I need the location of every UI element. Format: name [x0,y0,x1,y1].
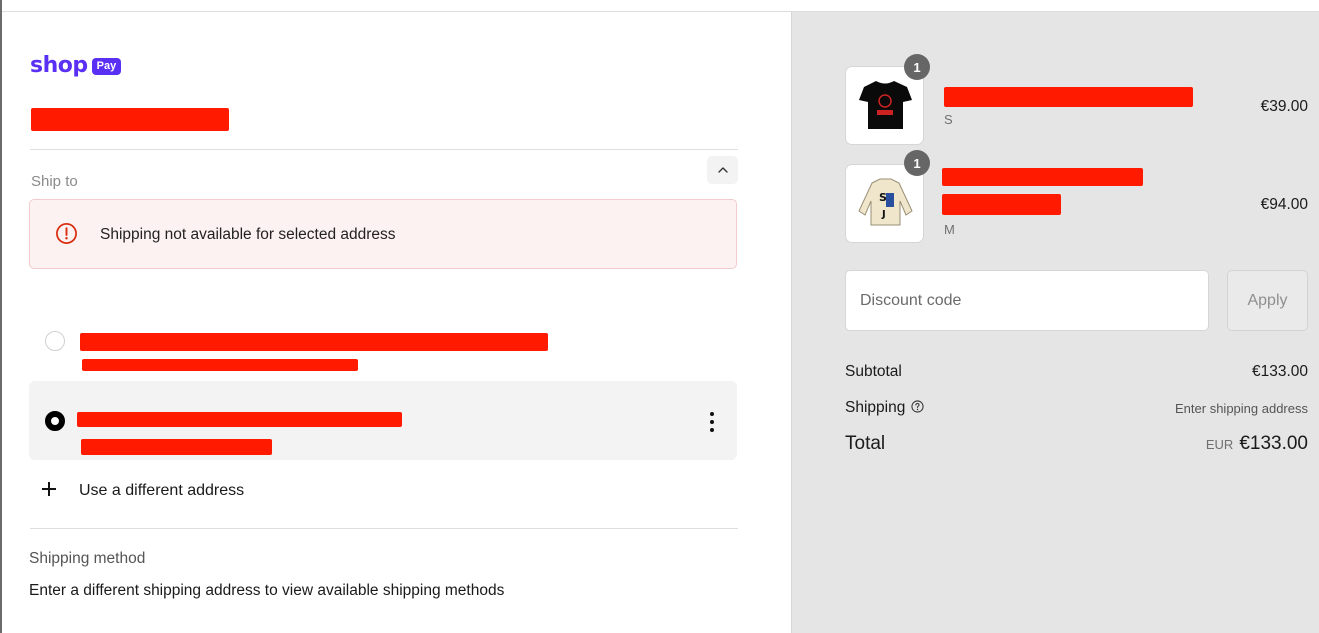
total-value: €133.00 [1239,433,1308,454]
apply-discount-button[interactable]: Apply [1227,270,1308,331]
redacted-address-1-line-1 [80,333,548,351]
help-circle-icon[interactable] [911,400,924,413]
svg-text:S: S [879,191,887,204]
section-divider-2 [30,528,738,529]
shipping-method-label: Shipping method [29,550,146,567]
redacted-address-1-line-2 [82,359,358,371]
shipping-method-message: Enter a different shipping address to vi… [29,582,505,599]
shipping-error-banner: Shipping not available for selected addr… [29,199,737,269]
total-row-value: EUR €133.00 [1206,433,1308,455]
quantity-badge-2: 1 [904,150,930,176]
subtotal-value: €133.00 [1251,363,1308,380]
svg-text:J: J [881,209,886,220]
shop-pay-logo: shop Pay [30,53,122,79]
shop-logo-word: shop [30,53,88,78]
cream-jacket-image: S J [858,178,913,226]
more-options-icon[interactable] [705,412,719,432]
product-2-variant: M [944,222,955,237]
address-radio-1[interactable] [45,331,65,351]
product-2-price: €94.00 [1260,196,1308,213]
redacted-address-2-line-2 [81,439,272,455]
redacted-product-2-name-line-1 [942,168,1143,186]
plus-icon [42,482,56,496]
alert-circle-icon [56,223,77,244]
ship-to-label: Ship to [31,173,78,190]
redacted-product-1-name [944,87,1193,107]
product-1-variant: S [944,112,953,127]
use-different-address-link[interactable]: Use a different address [79,482,244,500]
product-thumbnail-2: S J [845,164,924,243]
quantity-badge-1: 1 [904,54,930,80]
redacted-email [31,108,229,131]
redacted-product-2-name-line-2 [942,194,1061,215]
chevron-up-icon [717,167,728,173]
redacted-address-2-line-1 [77,412,402,427]
product-1-price: €39.00 [1260,98,1308,115]
shipping-label-row: Shipping [845,399,924,417]
address-radio-2[interactable] [45,411,65,431]
shipping-label: Shipping [845,399,906,416]
total-label: Total [845,433,886,454]
error-message: Shipping not available for selected addr… [100,226,396,243]
checkout-main-panel [2,13,791,633]
shipping-value: Enter shipping address [1175,401,1308,416]
window-top-bar [0,0,1319,12]
subtotal-label: Subtotal [845,363,902,380]
total-currency: EUR [1205,437,1234,452]
discount-code-input[interactable] [845,270,1209,331]
pay-badge: Pay [91,58,122,75]
section-divider [30,149,738,150]
collapse-ship-to-button[interactable] [707,156,738,184]
